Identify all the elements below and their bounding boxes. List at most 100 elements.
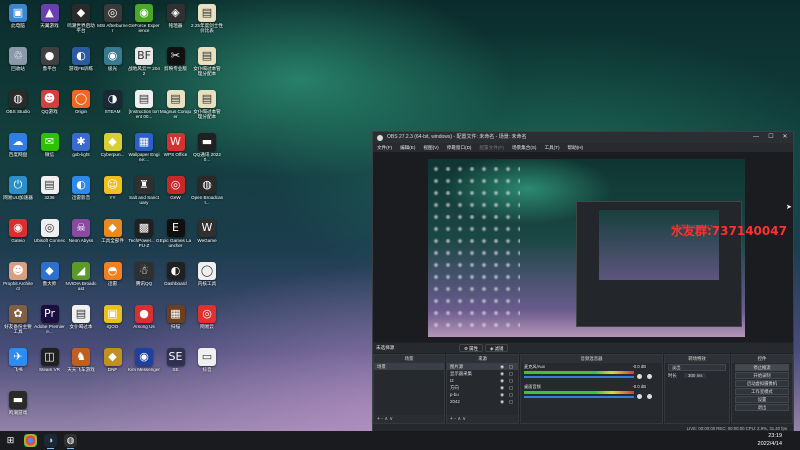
desktop-icon[interactable]: ◑ STEAM bbox=[97, 90, 129, 130]
desktop-icon[interactable]: ● Among Us bbox=[128, 305, 160, 345]
desktop-icon[interactable]: ♞ 天天飞车游戏 bbox=[65, 348, 97, 388]
desktop-icon[interactable]: ◐ 游戏FB训练 bbox=[65, 47, 97, 87]
menu-view[interactable]: 视图(V) bbox=[423, 143, 438, 152]
desktop-icon[interactable]: SE SE bbox=[160, 348, 192, 388]
eye-icon[interactable]: ◉ bbox=[500, 398, 504, 405]
desktop-icon[interactable]: ▤ 2.25年度剑士性价比表 bbox=[191, 4, 223, 44]
mute-icon[interactable] bbox=[637, 394, 642, 399]
desktop-icon[interactable]: ◓ 迅雷 bbox=[97, 262, 129, 302]
maximize-button[interactable]: ☐ bbox=[764, 132, 778, 143]
minimize-button[interactable]: — bbox=[749, 132, 763, 143]
desktop-icon[interactable]: ♜ Salt and Sanctuary bbox=[128, 176, 160, 216]
desktop-icon[interactable]: ◐ 迅雷影音 bbox=[65, 176, 97, 216]
desktop-icon[interactable]: ▩ TechPower... GPU-Z bbox=[128, 219, 160, 259]
desktop-icon[interactable]: ✈ 飞书 bbox=[2, 348, 34, 388]
desktop-icon[interactable]: ◎ Ubisoft Connect bbox=[34, 219, 66, 259]
desktop-icon[interactable]: ◉ Gateio bbox=[2, 219, 34, 259]
menu-tools[interactable]: 工具(T) bbox=[544, 143, 559, 152]
chrome-icon[interactable] bbox=[24, 434, 37, 447]
properties-button[interactable]: ⚙ 属性 bbox=[459, 344, 483, 352]
desktop-icon[interactable]: ☃ 腾讯QQ bbox=[128, 262, 160, 302]
desktop-icon[interactable]: ☠ Neon Abyss bbox=[65, 219, 97, 259]
clock[interactable]: 23:19 2022/4/14 bbox=[758, 432, 782, 448]
desktop-icon[interactable]: ▤ 3236 bbox=[34, 176, 66, 216]
transition-select[interactable]: 淡出 bbox=[668, 364, 726, 371]
desktop-icon[interactable]: ◈ 铭瑄器 bbox=[160, 4, 192, 44]
mute-icon[interactable] bbox=[637, 374, 642, 379]
eye-icon[interactable]: ◉ bbox=[500, 384, 504, 391]
desktop-icon[interactable]: ◉ Kim Messenger bbox=[128, 348, 160, 388]
source-item[interactable]: 方向 ◉ ▢ bbox=[447, 384, 518, 391]
steam-icon[interactable]: ◑ bbox=[44, 434, 57, 449]
desktop-icon[interactable]: ⏻ 网易UU加速器 bbox=[2, 176, 34, 216]
desktop-icon[interactable]: W WeGame bbox=[191, 219, 223, 259]
volume-fader[interactable] bbox=[524, 376, 634, 378]
menu-help[interactable]: 帮助(H) bbox=[568, 143, 584, 152]
desktop-icon[interactable]: ☁ 百度网盘 bbox=[2, 133, 34, 173]
studio-mode-button[interactable]: 工作室模式 bbox=[735, 388, 789, 395]
settings-button[interactable]: 设置 bbox=[735, 396, 789, 403]
exit-button[interactable]: 退出 bbox=[735, 404, 789, 411]
duration-input[interactable]: 300 ms bbox=[684, 373, 707, 378]
desktop-icon[interactable]: ◐ Dashboard bbox=[160, 262, 192, 302]
desktop-icon[interactable]: ◉ 极光 bbox=[97, 47, 129, 87]
desktop-icon[interactable]: ◫ Steam VR bbox=[34, 348, 66, 388]
desktop-icon[interactable]: ◯ 内核工具 bbox=[191, 262, 223, 302]
obs-preview[interactable]: 水友群:737140047 ➤ 水友群:737140047 bbox=[373, 152, 793, 342]
desktop-icon[interactable]: ◍ Open Broadcast... bbox=[191, 176, 223, 216]
desktop-icon[interactable]: ✉ 微信 bbox=[34, 133, 66, 173]
menu-profile[interactable]: 配置文件(P) bbox=[479, 143, 504, 152]
desktop-icon[interactable]: ▤ Magnus Conquer bbox=[160, 90, 192, 130]
desktop-icon[interactable]: ▭ 抖音 bbox=[191, 348, 223, 388]
desktop-icon[interactable]: W WPS Office bbox=[160, 133, 192, 173]
desktop-icon[interactable]: ☺ YY bbox=[97, 176, 129, 216]
menu-file[interactable]: 文件(F) bbox=[377, 143, 392, 152]
source-item[interactable]: t2 ◉ ▢ bbox=[447, 377, 518, 384]
eye-icon[interactable]: ◉ bbox=[500, 370, 504, 377]
desktop-icon[interactable]: ♲ 回收站 bbox=[2, 47, 34, 87]
desktop-icon[interactable]: ◎ GeW bbox=[160, 176, 192, 216]
start-virtual-camera-button[interactable]: 启动虚拟摄像机 bbox=[735, 380, 789, 387]
lock-icon[interactable]: ▢ bbox=[509, 370, 513, 377]
desktop-icon[interactable]: ☻ Prophit Architect bbox=[2, 262, 34, 302]
sources-footer[interactable]: + - ∧ ∨ bbox=[447, 415, 518, 423]
scene-item[interactable]: 场景 bbox=[374, 363, 444, 370]
lock-icon[interactable]: ▢ bbox=[509, 377, 513, 384]
desktop-icon[interactable]: ▬ QQ通讯 20220... bbox=[191, 133, 223, 173]
source-item[interactable]: p-bu ◉ ▢ bbox=[447, 391, 518, 398]
obs-icon[interactable]: ◍ bbox=[64, 434, 77, 449]
desktop-icon[interactable]: BF 战地风云™ 2042 bbox=[128, 47, 160, 87]
desktop-icon[interactable]: ▤ 女仆喝过本管理分配本 bbox=[191, 47, 223, 87]
desktop-icon[interactable]: ◎ MSI Afterburner bbox=[97, 4, 129, 44]
eye-icon[interactable]: ◉ bbox=[500, 391, 504, 398]
desktop-icon[interactable]: ☻ QQ游戏 bbox=[34, 90, 66, 130]
desktop-icon[interactable]: ▤ 女仆喝过本管理分配本 bbox=[191, 90, 223, 130]
menu-scene-collection[interactable]: 场景集合(S) bbox=[512, 143, 537, 152]
source-item[interactable]: 2042 ◉ ▢ bbox=[447, 398, 518, 405]
desktop-icon[interactable]: ▦ Wallpaper Engine:... bbox=[128, 133, 160, 173]
gear-icon[interactable] bbox=[647, 394, 652, 399]
lock-icon[interactable]: ▢ bbox=[509, 398, 513, 405]
desktop-icon[interactable]: ◎ 网易云 bbox=[191, 305, 223, 345]
start-recording-button[interactable]: 开始录制 bbox=[735, 372, 789, 379]
gear-icon[interactable] bbox=[647, 374, 652, 379]
desktop-icon[interactable]: ◯ Origin bbox=[65, 90, 97, 130]
desktop-icon[interactable]: ▣ 此电脑 bbox=[2, 4, 34, 44]
desktop-icon[interactable]: ◆ 工具全部件 bbox=[97, 219, 129, 259]
desktop-icon[interactable]: ● 鲁平台 bbox=[34, 47, 66, 87]
desktop-icon[interactable]: ▦ 扫描 bbox=[160, 305, 192, 345]
source-item[interactable]: 显示器采集 ◉ ▢ bbox=[447, 370, 518, 377]
lock-icon[interactable]: ▢ bbox=[509, 363, 513, 370]
eye-icon[interactable]: ◉ bbox=[500, 363, 504, 370]
desktop-icon[interactable]: ▤ [Instruction torrent 00... bbox=[128, 90, 160, 130]
lock-icon[interactable]: ▢ bbox=[509, 391, 513, 398]
desktop-icon[interactable]: ▣ iQOO bbox=[97, 305, 129, 345]
desktop-icon[interactable]: ✿ 好友备份主要工具 bbox=[2, 305, 34, 345]
desktop-icon[interactable]: E Epic Games Launcher bbox=[160, 219, 192, 259]
desktop-icon[interactable]: ✱ gxb-light bbox=[65, 133, 97, 173]
desktop-icon[interactable]: ◍ OBS Studio bbox=[2, 90, 34, 130]
filters-button[interactable]: ◈ 滤镜 bbox=[485, 344, 509, 352]
lock-icon[interactable]: ▢ bbox=[509, 384, 513, 391]
desktop-icon[interactable]: ◆ Cyberpun... bbox=[97, 133, 129, 173]
close-button[interactable]: ✕ bbox=[778, 132, 792, 143]
